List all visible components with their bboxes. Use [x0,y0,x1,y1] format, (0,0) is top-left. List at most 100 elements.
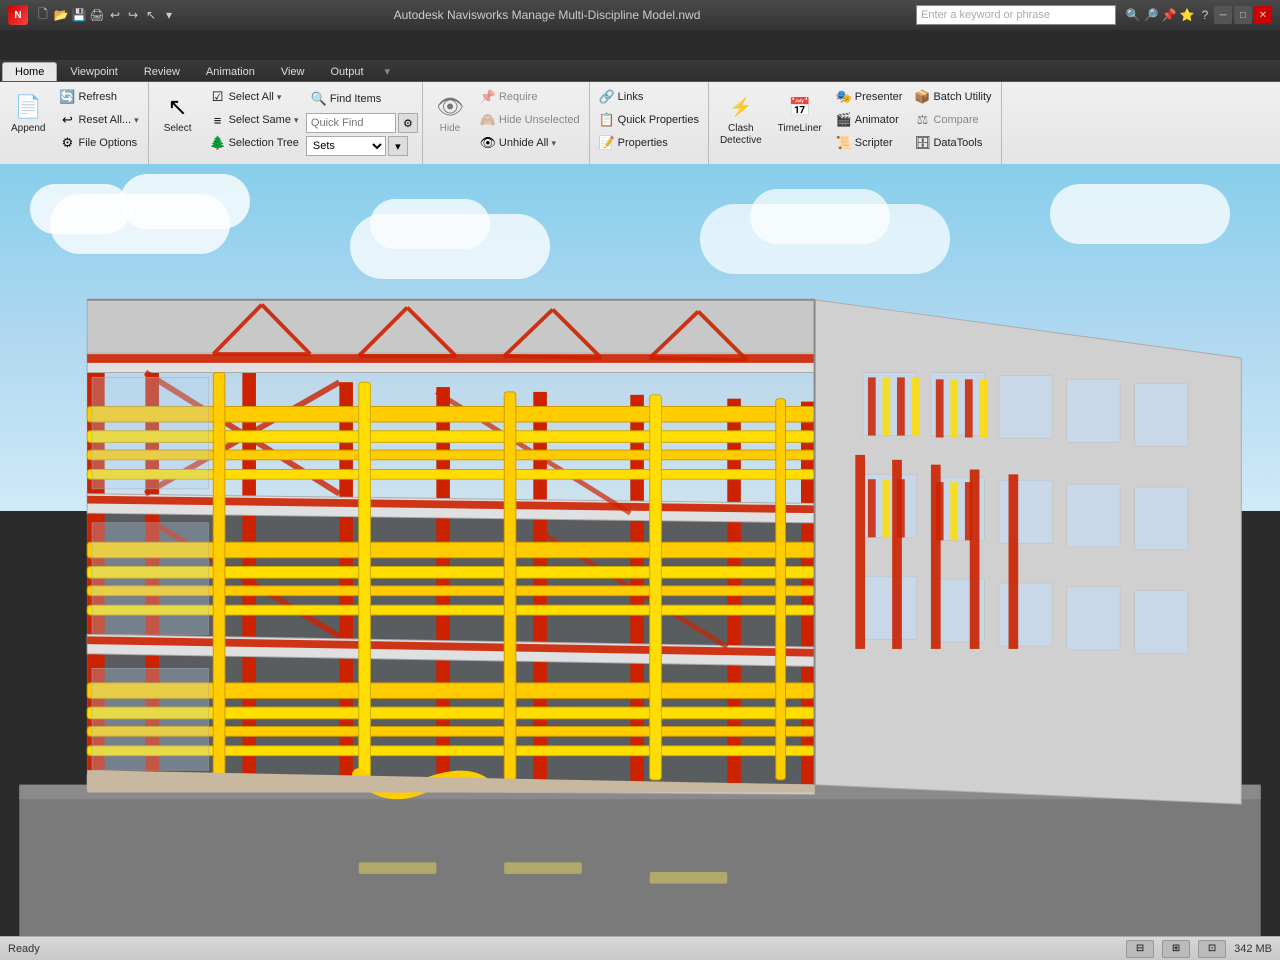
tab-animation[interactable]: Animation [193,62,268,81]
qa-open[interactable]: 📂 [52,6,70,24]
file-options-icon: ⚙ [59,135,75,151]
clash-detective-button[interactable]: ⚡ ClashDetective [713,86,769,152]
search-btn[interactable]: 🔍 [1124,6,1142,24]
qa-pointer[interactable]: ↖ [142,6,160,24]
presenter-button[interactable]: 🎭 Presenter [831,86,908,108]
require-button[interactable]: 📌 Require [475,86,585,108]
refresh-label: Refresh [78,91,117,103]
quick-properties-button[interactable]: 📋 Quick Properties [594,109,704,131]
select-button[interactable]: ↖ Select [153,86,203,140]
find-items-label: Find Items [330,93,381,105]
file-options-label: File Options [78,137,137,149]
data-tools-icon: 🗄 [914,135,930,151]
status-btn-3[interactable]: ⊡ [1198,940,1226,958]
sets-select[interactable]: Sets [306,136,386,156]
quick-find-input[interactable] [306,113,396,133]
data-tools-button[interactable]: 🗄 DataTools [909,132,996,154]
select-all-button[interactable]: ☑ Select All ▾ [205,86,304,108]
properties-button[interactable]: 📝 Properties [594,132,704,154]
selection-tree-label: Selection Tree [229,137,299,149]
compare-button[interactable]: ⚖ Compare [909,109,996,131]
tab-review[interactable]: Review [131,62,193,81]
qa-new[interactable]: 🗋 [34,6,52,24]
require-label: Require [499,91,538,103]
refresh-icon: 🔄 [59,89,75,105]
quick-properties-label: Quick Properties [618,114,699,126]
qa-dropdown[interactable]: ▾ [160,6,178,24]
select-same-icon: ≡ [210,112,226,128]
status-btn-2[interactable]: ⊞ [1162,940,1190,958]
close-btn[interactable]: ✕ [1254,6,1272,24]
timeliner-button[interactable]: 📅 TimeLiner [771,86,829,140]
selection-tree-button[interactable]: 🌲 Selection Tree [205,132,304,154]
tab-overflow[interactable]: ▾ [377,62,399,81]
clash-detective-icon: ⚡ [725,91,757,123]
status-right: ⊟ ⊞ ⊡ 342 MB [1126,940,1272,958]
selection-tree-icon: 🌲 [210,135,226,151]
refresh-button[interactable]: 🔄 Refresh [54,86,143,108]
compare-label: Compare [933,114,978,126]
animator-button[interactable]: 🎬 Animator [831,109,908,131]
tab-output[interactable]: Output [318,62,377,81]
batch-utility-icon: 📦 [914,89,930,105]
reset-all-button[interactable]: ↩ Reset All... ▾ [54,109,143,131]
select-same-button[interactable]: ≡ Select Same ▾ [205,109,304,131]
properties-icon: 📝 [599,135,615,151]
qa-undo[interactable]: ↩ [106,6,124,24]
window-controls: ─ □ ✕ [1214,6,1272,24]
animator-label: Animator [855,114,899,126]
star-btn[interactable]: ⭐ [1178,6,1196,24]
minimize-btn[interactable]: ─ [1214,6,1232,24]
help-btn[interactable]: ? [1196,6,1214,24]
sets-row: Sets ▾ [306,136,418,156]
titlebar: N 🗋 📂 💾 🖨 ↩ ↪ ↖ ▾ Autodesk Navisworks Ma… [0,0,1280,30]
window-title: Autodesk Navisworks Manage Multi-Discipl… [178,8,916,22]
file-options-button[interactable]: ⚙ File Options [54,132,143,154]
search-placeholder: Enter a keyword or phrase [921,9,1050,21]
qa-save[interactable]: 💾 [70,6,88,24]
hide-button[interactable]: 👁 Hide [427,86,473,140]
require-icon: 📌 [480,89,496,105]
select-icon: ↖ [162,91,194,123]
qa-redo[interactable]: ↪ [124,6,142,24]
append-button[interactable]: 📄 Append [4,86,52,140]
unhide-all-button[interactable]: 👁 Unhide All ▾ [475,132,585,154]
hide-unselected-button[interactable]: 🙈 Hide Unselected [475,109,585,131]
status-text: Ready [8,943,40,955]
help-search[interactable]: 🔎 [1142,6,1160,24]
batch-utility-label: Batch Utility [933,91,991,103]
find-items-icon: 🔍 [311,91,327,107]
scripter-button[interactable]: 📜 Scripter [831,132,908,154]
building-svg [0,164,1280,936]
clash-detective-label: ClashDetective [720,123,762,147]
viewport[interactable] [0,164,1280,936]
select-same-label: Select Same [229,114,291,126]
qa-print[interactable]: 🖨 [88,6,106,24]
quick-find-btn[interactable]: ⚙ [398,113,418,133]
tab-view[interactable]: View [268,62,318,81]
status-btn-1[interactable]: ⊟ [1126,940,1154,958]
tab-home[interactable]: Home [2,62,57,81]
quick-find-row: ⚙ [306,113,418,133]
pin-btn[interactable]: 📌 [1160,6,1178,24]
search-box[interactable]: Enter a keyword or phrase [916,5,1116,25]
batch-utility-button[interactable]: 📦 Batch Utility [909,86,996,108]
timeliner-icon: 📅 [784,91,816,123]
links-icon: 🔗 [599,89,615,105]
animator-icon: 🎬 [836,112,852,128]
links-button[interactable]: 🔗 Links [594,86,704,108]
maximize-btn[interactable]: □ [1234,6,1252,24]
unhide-all-arrow: ▾ [551,138,556,149]
unhide-all-label: Unhide All [499,137,549,149]
status-memory: 342 MB [1234,943,1272,955]
tab-viewpoint[interactable]: Viewpoint [57,62,131,81]
hide-unselected-icon: 🙈 [480,112,496,128]
hide-label: Hide [440,123,461,135]
unhide-all-icon: 👁 [480,135,496,151]
scripter-label: Scripter [855,137,893,149]
sets-dropdown-btn[interactable]: ▾ [388,136,408,156]
find-items-button[interactable]: 🔍 Find Items [306,88,418,110]
select-all-label: Select All [229,91,274,103]
timeliner-label: TimeLiner [778,123,822,135]
append-icon: 📄 [12,91,44,123]
